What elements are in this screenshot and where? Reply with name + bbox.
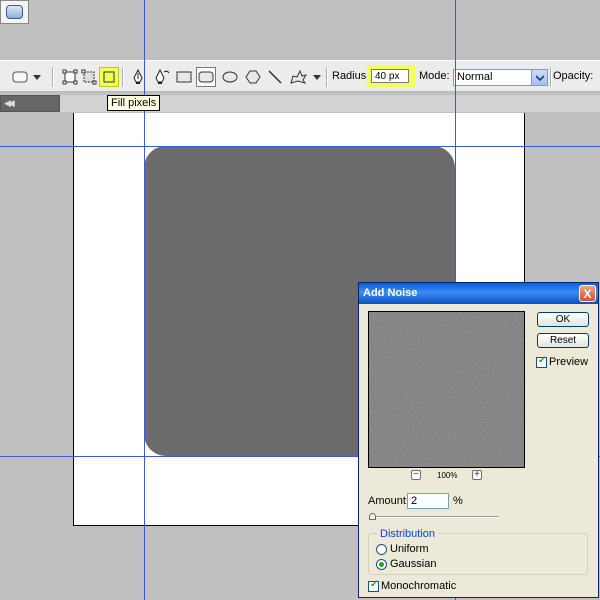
- uniform-radio[interactable]: [376, 544, 387, 555]
- fill-pixels-icon: [103, 71, 115, 83]
- radius-label: Radius:: [332, 70, 370, 82]
- vertical-guide[interactable]: [144, 0, 145, 600]
- options-bar: Radius: 40 px Mode: Normal Opacity:: [0, 60, 600, 92]
- chevron-down-icon[interactable]: [531, 70, 547, 85]
- monochromatic-checkbox[interactable]: ✓: [368, 579, 379, 592]
- monochromatic-label: Monochromatic: [381, 580, 457, 592]
- ok-button[interactable]: OK: [537, 312, 589, 327]
- close-icon[interactable]: X: [579, 285, 596, 302]
- amount-slider-track[interactable]: [371, 516, 499, 518]
- rounded-rect-preset-icon: [6, 5, 23, 19]
- checkmark-icon: ✓: [538, 355, 547, 366]
- zoom-out-button[interactable]: −: [411, 470, 421, 480]
- uniform-label: Uniform: [390, 543, 429, 555]
- chevron-down-icon[interactable]: [312, 68, 322, 86]
- custom-shape-icon[interactable]: [289, 68, 307, 86]
- preview-label: Preview: [549, 356, 589, 368]
- double-chevron-left-icon: ◀◀: [4, 98, 15, 108]
- rectangle-tool-icon[interactable]: [175, 68, 193, 86]
- dropdown-arrow-icon[interactable]: [32, 68, 42, 86]
- gaussian-label: Gaussian: [390, 558, 437, 570]
- dialog-title-bar[interactable]: Add Noise X: [359, 283, 598, 304]
- mode-label: Mode:: [419, 70, 450, 82]
- checkmark-icon: ✓: [370, 579, 379, 590]
- amount-slider-thumb[interactable]: [369, 513, 376, 520]
- noise-preview[interactable]: [368, 311, 525, 468]
- toolbar-divider: [550, 67, 552, 87]
- toolbar-divider: [122, 67, 124, 87]
- rounded-rectangle-tool-icon[interactable]: [196, 67, 216, 87]
- mode-select[interactable]: Normal: [453, 69, 548, 86]
- ellipse-tool-icon[interactable]: [221, 68, 239, 86]
- amount-label: Amount:: [368, 495, 409, 507]
- zoom-level: 100%: [437, 471, 458, 480]
- toolbar-divider: [326, 67, 328, 87]
- tool-preset-picker[interactable]: [0, 0, 29, 24]
- opacity-label: Opacity:: [553, 70, 594, 82]
- polygon-tool-icon[interactable]: [244, 68, 262, 86]
- freeform-pen-icon[interactable]: [153, 68, 171, 86]
- line-tool-icon[interactable]: [266, 68, 284, 86]
- zoom-in-button[interactable]: +: [472, 470, 482, 480]
- paths-icon[interactable]: [80, 68, 98, 86]
- gaussian-radio[interactable]: [376, 559, 387, 570]
- dialog-title: Add Noise: [363, 287, 418, 299]
- preview-checkbox[interactable]: ✓: [536, 355, 547, 368]
- amount-unit: %: [453, 495, 463, 507]
- shape-preset-icon[interactable]: [12, 68, 30, 86]
- shape-layers-icon[interactable]: [61, 68, 79, 86]
- distribution-legend: Distribution: [377, 528, 439, 540]
- horizontal-guide[interactable]: [0, 146, 600, 147]
- radius-input[interactable]: 40 px: [371, 69, 409, 83]
- fill-pixels-button[interactable]: [99, 67, 119, 87]
- palette-collapse-tab[interactable]: ◀◀: [0, 95, 60, 112]
- mode-value: Normal: [457, 71, 493, 83]
- add-noise-dialog: Add Noise X OK Reset ✓ Preview − 100% + …: [358, 282, 599, 598]
- toolbar-divider: [52, 67, 54, 87]
- amount-input[interactable]: 2: [407, 493, 449, 509]
- reset-button[interactable]: Reset: [537, 333, 589, 348]
- radio-dot-icon: [379, 562, 384, 567]
- fill-pixels-tooltip: Fill pixels: [107, 95, 161, 111]
